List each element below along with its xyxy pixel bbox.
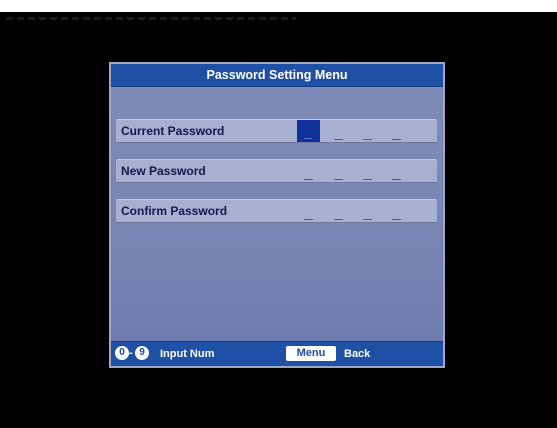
new-password-row[interactable]: New Password: [116, 159, 437, 183]
password-digit-slot: [334, 219, 343, 220]
digit-key-9-icon: 9: [135, 346, 149, 360]
confirm-password-field[interactable]: [297, 200, 417, 222]
password-digit-slot: [363, 219, 372, 220]
dialog-footer: 0 - 9 Input Num Menu Back: [111, 341, 443, 366]
password-digit-slot: [392, 179, 401, 180]
tv-screen: Password Setting Menu Current Password N…: [0, 12, 557, 428]
confirm-password-label: Confirm Password: [121, 204, 228, 218]
password-digit-slot: [334, 139, 343, 140]
password-digit-cursor[interactable]: [297, 120, 320, 142]
current-password-row[interactable]: Current Password: [116, 119, 437, 143]
password-digit-slot: [363, 139, 372, 140]
password-digit-slot: [304, 179, 313, 180]
digit-key-0-icon: 0: [115, 346, 129, 360]
new-password-field[interactable]: [297, 160, 417, 182]
key-range-separator: -: [129, 347, 133, 359]
password-digit-slot: [392, 139, 401, 140]
current-password-label: Current Password: [121, 124, 225, 138]
password-digit-slot: [334, 179, 343, 180]
new-password-label: New Password: [121, 164, 206, 178]
screen-top-artifact: [6, 17, 296, 20]
password-digit-slot: [363, 179, 372, 180]
confirm-password-row[interactable]: Confirm Password: [116, 199, 437, 223]
input-num-hint: Input Num: [160, 348, 215, 360]
dialog-content: Current Password New Password Confirm Pa…: [111, 87, 443, 342]
menu-key-icon: Menu: [286, 346, 336, 361]
password-digit-slot: [304, 219, 313, 220]
back-hint: Back: [344, 348, 371, 360]
dialog-title: Password Setting Menu: [111, 64, 443, 87]
password-digit-slot: [392, 219, 401, 220]
password-setting-dialog: Password Setting Menu Current Password N…: [109, 62, 445, 368]
current-password-field[interactable]: [297, 120, 417, 142]
